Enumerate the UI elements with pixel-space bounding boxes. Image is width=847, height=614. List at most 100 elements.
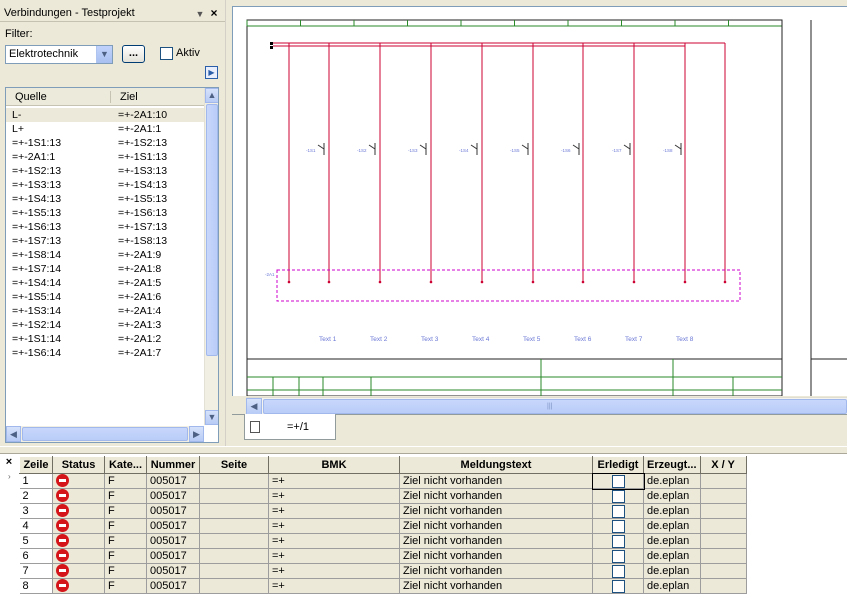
cell-xy[interactable]	[700, 518, 747, 534]
list-item[interactable]: =+-1S4:13 =+-1S5:13	[6, 192, 204, 206]
cell-bmk[interactable]: =+	[268, 578, 400, 594]
cell-zeile[interactable]: 5	[19, 533, 53, 549]
status-cell[interactable]	[52, 473, 105, 489]
scroll-thumb[interactable]: |||	[263, 399, 847, 414]
scroll-down-icon[interactable]: ▼	[205, 410, 218, 425]
close-icon[interactable]: ×	[4, 457, 14, 468]
status-cell[interactable]	[52, 548, 105, 564]
cell-nummer[interactable]: 005017	[146, 578, 200, 594]
column-header[interactable]: Kate...	[104, 456, 147, 474]
cell-text[interactable]: Ziel nicht vorhanden	[399, 578, 593, 594]
table-row[interactable]: 4 F 005017 =+ Ziel nicht vorhanden de.eplan	[19, 518, 747, 534]
list-item[interactable]: =+-1S5:13 =+-1S6:13	[6, 206, 204, 220]
list-item[interactable]: =+-1S1:14 =+-2A1:2	[6, 332, 204, 346]
done-cell[interactable]	[591, 472, 645, 490]
panel-menu-icon[interactable]: ▼	[194, 8, 206, 20]
list-item[interactable]: =+-1S5:14 =+-2A1:6	[6, 290, 204, 304]
cell-nummer[interactable]: 005017	[146, 473, 200, 489]
cell-erzeugt[interactable]: de.eplan	[643, 563, 701, 579]
done-checkbox[interactable]	[611, 489, 625, 503]
cell-nummer[interactable]: 005017	[146, 488, 200, 504]
done-cell[interactable]	[592, 518, 644, 534]
cell-bmk[interactable]: =+	[268, 473, 400, 489]
cell-text[interactable]: Ziel nicht vorhanden	[399, 503, 593, 519]
done-checkbox[interactable]	[611, 534, 625, 548]
cell-xy[interactable]	[700, 548, 747, 564]
list-item[interactable]: =+-1S7:14 =+-2A1:8	[6, 262, 204, 276]
cell-nummer[interactable]: 005017	[146, 563, 200, 579]
column-header[interactable]: Erzeugt...	[643, 456, 701, 474]
column-divider[interactable]	[110, 91, 111, 103]
canvas-horizontal-scrollbar[interactable]: ◀ |||	[246, 397, 847, 415]
cell-erzeugt[interactable]: de.eplan	[643, 533, 701, 549]
cell-nummer[interactable]: 005017	[146, 548, 200, 564]
done-cell[interactable]	[592, 578, 644, 594]
cell-erzeugt[interactable]: de.eplan	[643, 488, 701, 504]
table-row[interactable]: 1 F 005017 =+ Ziel nicht vorhanden de.eplan	[19, 472, 747, 490]
done-checkbox[interactable]	[611, 519, 625, 533]
cell-seite[interactable]	[199, 563, 269, 579]
scroll-right-icon[interactable]: ▶	[189, 426, 204, 442]
cell-kategorie[interactable]: F	[104, 578, 147, 594]
cell-nummer[interactable]: 005017	[146, 533, 200, 549]
status-cell[interactable]	[52, 563, 105, 579]
filter-browse-button[interactable]: ...	[122, 45, 145, 63]
done-checkbox[interactable]	[611, 564, 625, 578]
done-checkbox[interactable]	[611, 474, 625, 488]
list-item[interactable]: =+-2A1:1 =+-1S1:13	[6, 150, 204, 164]
status-cell[interactable]	[52, 518, 105, 534]
chevron-down-icon[interactable]: ▼	[96, 46, 112, 63]
column-header[interactable]: Seite	[199, 456, 269, 474]
cell-seite[interactable]	[199, 578, 269, 594]
list-item[interactable]: =+-1S8:14 =+-2A1:9	[6, 248, 204, 262]
cell-text[interactable]: Ziel nicht vorhanden	[399, 563, 593, 579]
done-cell[interactable]	[592, 563, 644, 579]
status-cell[interactable]	[52, 503, 105, 519]
column-header[interactable]: Meldungstext	[399, 456, 593, 474]
cell-bmk[interactable]: =+	[268, 548, 400, 564]
list-item[interactable]: L- =+-2A1:10	[6, 108, 204, 122]
cell-text[interactable]: Ziel nicht vorhanden	[399, 473, 593, 489]
column-header[interactable]: X / Y	[699, 456, 747, 474]
list-horizontal-scrollbar[interactable]: ◀ ▶	[6, 426, 204, 442]
cell-zeile[interactable]: 1	[19, 473, 53, 489]
cell-text[interactable]: Ziel nicht vorhanden	[399, 533, 593, 549]
status-cell[interactable]	[52, 533, 105, 549]
done-checkbox[interactable]	[611, 579, 625, 593]
cell-seite[interactable]	[199, 488, 269, 504]
column-header[interactable]: Status	[52, 456, 105, 474]
list-vertical-scrollbar[interactable]: ▲ ▼	[204, 88, 218, 425]
column-header[interactable]: Erledigt	[592, 456, 644, 474]
cell-nummer[interactable]: 005017	[146, 518, 200, 534]
cell-bmk[interactable]: =+	[268, 503, 400, 519]
cell-zeile[interactable]: 4	[19, 518, 53, 534]
table-row[interactable]: 5 F 005017 =+ Ziel nicht vorhanden de.eplan	[19, 533, 747, 549]
done-cell[interactable]	[592, 488, 644, 504]
column-header-ziel[interactable]: Ziel	[120, 91, 138, 103]
cell-seite[interactable]	[199, 533, 269, 549]
status-cell[interactable]	[52, 578, 105, 594]
list-item[interactable]: =+-1S6:13 =+-1S7:13	[6, 220, 204, 234]
cell-zeile[interactable]: 7	[19, 563, 53, 579]
cell-xy[interactable]	[700, 533, 747, 549]
done-cell[interactable]	[592, 503, 644, 519]
horizontal-splitter[interactable]	[0, 446, 847, 454]
cell-zeile[interactable]: 2	[19, 488, 53, 504]
list-item[interactable]: =+-1S1:13 =+-1S2:13	[6, 136, 204, 150]
done-cell[interactable]	[592, 548, 644, 564]
cell-xy[interactable]	[700, 473, 747, 489]
list-item[interactable]: =+-1S2:14 =+-2A1:3	[6, 318, 204, 332]
filter-select[interactable]: Elektrotechnik ▼	[5, 45, 113, 64]
cell-zeile[interactable]: 3	[19, 503, 53, 519]
done-checkbox[interactable]	[611, 549, 625, 563]
cell-seite[interactable]	[199, 518, 269, 534]
cell-zeile[interactable]: 6	[19, 548, 53, 564]
cell-bmk[interactable]: =+	[268, 518, 400, 534]
scroll-thumb[interactable]	[22, 427, 188, 441]
connections-list[interactable]: Quelle Ziel L- =+-2A1:10 L+ =+-2A1:1 =+-1S1:…	[5, 87, 219, 443]
close-icon[interactable]: ×	[208, 7, 220, 20]
cell-xy[interactable]	[700, 578, 747, 594]
cell-kategorie[interactable]: F	[104, 473, 147, 489]
column-header-quelle[interactable]: Quelle	[15, 91, 47, 103]
cell-erzeugt[interactable]: de.eplan	[643, 548, 701, 564]
